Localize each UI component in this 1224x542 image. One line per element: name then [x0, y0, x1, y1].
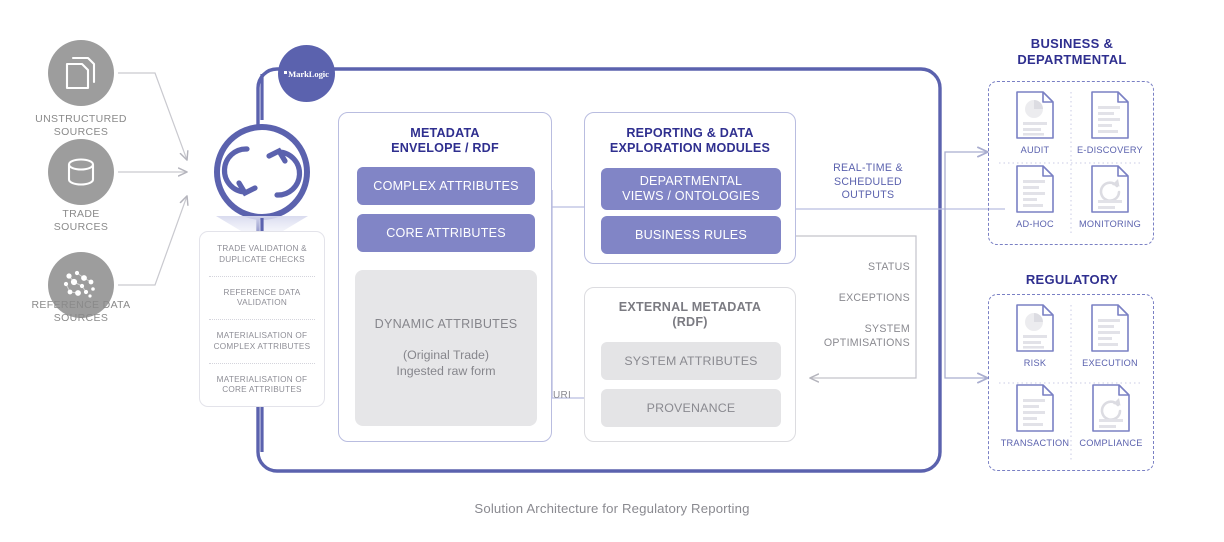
source-label-line2: SOURCES [53, 220, 109, 233]
source-label-reference-data: REFERENCE DATA SOURCES [0, 299, 166, 324]
diagram-caption: Solution Architecture for Regulatory Rep… [474, 501, 750, 516]
pill-core-attributes[interactable]: CORE ATTRIBUTES [357, 214, 535, 252]
divider [209, 275, 315, 277]
sync-refresh-icon [221, 146, 303, 198]
doc-text-icon [1091, 91, 1129, 139]
reporting-modules-title: REPORTING & DATA EXPLORATION MODULES [609, 126, 771, 155]
reporting-modules-card: REPORTING & DATA EXPLORATION MODULES DEP… [584, 112, 796, 264]
doc-text-icon [1091, 304, 1129, 352]
doc-piechart-icon [1016, 91, 1054, 139]
regulatory-panel-title: REGULATORY [1025, 272, 1119, 287]
output-cell-transaction[interactable]: TRANSACTION [998, 383, 1072, 448]
validation-item-complex: MATERIALISATION OF COMPLEX ATTRIBUTES [213, 331, 311, 351]
output-cell-ad-hoc[interactable]: AD-HOC [1000, 164, 1070, 229]
metadata-envelope-card: METADATA ENVELOPE / RDF COMPLEX ATTRIBUT… [338, 112, 552, 442]
uri-label: URI [552, 390, 572, 401]
pill-business-rules[interactable]: BUSINESS RULES [601, 216, 781, 254]
validation-panel: TRADE VALIDATION & DUPLICATE CHECKS REFER… [199, 231, 325, 407]
marklogic-badge-label: MarkLogic [284, 69, 329, 79]
output-label: AUDIT [1020, 145, 1050, 155]
feedback-status-label: STATUS [867, 261, 910, 273]
output-cell-execution[interactable]: EXECUTION [1072, 303, 1148, 368]
external-metadata-title: EXTERNAL METADATA (RDF) [618, 300, 762, 329]
output-label: E-DISCOVERY [1077, 145, 1143, 155]
validation-item-reference: REFERENCE DATA VALIDATION [223, 287, 301, 308]
realtime-outputs-label: REAL-TIME & SCHEDULED OUTPUTS [833, 162, 903, 201]
doc-piechart-icon [1016, 304, 1054, 352]
pill-departmental-views[interactable]: DEPARTMENTAL VIEWS / ONTOLOGIES [601, 168, 781, 210]
realtime-arrow-down [944, 209, 988, 378]
output-label: TRANSACTION [1000, 438, 1070, 448]
source-label-line1: UNSTRUCTURED [35, 113, 127, 125]
sync-ring [214, 124, 310, 220]
documents-icon [65, 56, 96, 90]
marklogic-badge: MarkLogic [278, 45, 335, 102]
realtime-arrow-up [944, 152, 988, 209]
output-cell-compliance[interactable]: COMPLIANCE [1072, 383, 1150, 448]
output-cell-e-discovery[interactable]: E-DISCOVERY [1072, 90, 1148, 155]
output-cell-monitoring[interactable]: MONITORING [1072, 164, 1148, 229]
marklogic-logo-icon [284, 70, 288, 74]
source-label-unstructured: UNSTRUCTURED SOURCES [0, 113, 166, 138]
source-label-line1: TRADE [62, 208, 100, 220]
divider [209, 319, 315, 321]
validation-item-trade: TRADE VALIDATION & DUPLICATE CHECKS [217, 244, 307, 264]
feedback-loop-line [795, 235, 917, 378]
metadata-envelope-title: METADATA ENVELOPE / RDF [391, 126, 499, 155]
dynamic-attributes-heading: DYNAMIC ATTRIBUTES [374, 317, 518, 331]
output-label: EXECUTION [1082, 358, 1138, 368]
source-label-line2: SOURCES [53, 311, 109, 324]
output-label: MONITORING [1078, 219, 1142, 229]
pill-provenance[interactable]: PROVENANCE [601, 389, 781, 427]
source-feed-lines [118, 72, 187, 286]
data-points-icon [63, 270, 95, 298]
feedback-system-optimisations-label: SYSTEM OPTIMISATIONS [823, 323, 910, 349]
diagram-canvas: UNSTRUCTURED SOURCES TRADE SOURCES REFER… [0, 0, 1224, 542]
output-cell-risk[interactable]: RISK [1000, 303, 1070, 368]
doc-text-icon [1016, 165, 1054, 213]
business-panel-title: BUSINESS & DEPARTMENTAL [1017, 36, 1127, 67]
output-label: AD-HOC [1016, 219, 1054, 229]
doc-text-icon [1016, 384, 1054, 432]
feedback-exceptions-label: EXCEPTIONS [838, 292, 910, 304]
pill-system-attributes[interactable]: SYSTEM ATTRIBUTES [601, 342, 781, 380]
source-icon-trade [48, 139, 114, 205]
doc-refresh-icon [1092, 384, 1130, 432]
output-cell-audit[interactable]: AUDIT [1000, 90, 1070, 155]
doc-refresh-icon [1091, 165, 1129, 213]
source-label-trade: TRADE SOURCES [0, 208, 166, 233]
divider [209, 363, 315, 365]
external-metadata-card: EXTERNAL METADATA (RDF) SYSTEM ATTRIBUTE… [584, 287, 796, 442]
output-label: COMPLIANCE [1079, 438, 1143, 448]
dynamic-attributes-sub: (Original Trade) Ingested raw form [396, 348, 496, 378]
source-label-line2: SOURCES [53, 125, 109, 138]
source-icon-unstructured [48, 40, 114, 106]
output-label: RISK [1023, 358, 1047, 368]
source-label-line1: REFERENCE DATA [31, 299, 131, 311]
pill-complex-attributes[interactable]: COMPLEX ATTRIBUTES [357, 167, 535, 205]
dynamic-attributes-box: DYNAMIC ATTRIBUTES (Original Trade) Inge… [355, 270, 537, 426]
database-icon [67, 158, 95, 186]
validation-item-core: MATERIALISATION OF CORE ATTRIBUTES [216, 374, 308, 395]
